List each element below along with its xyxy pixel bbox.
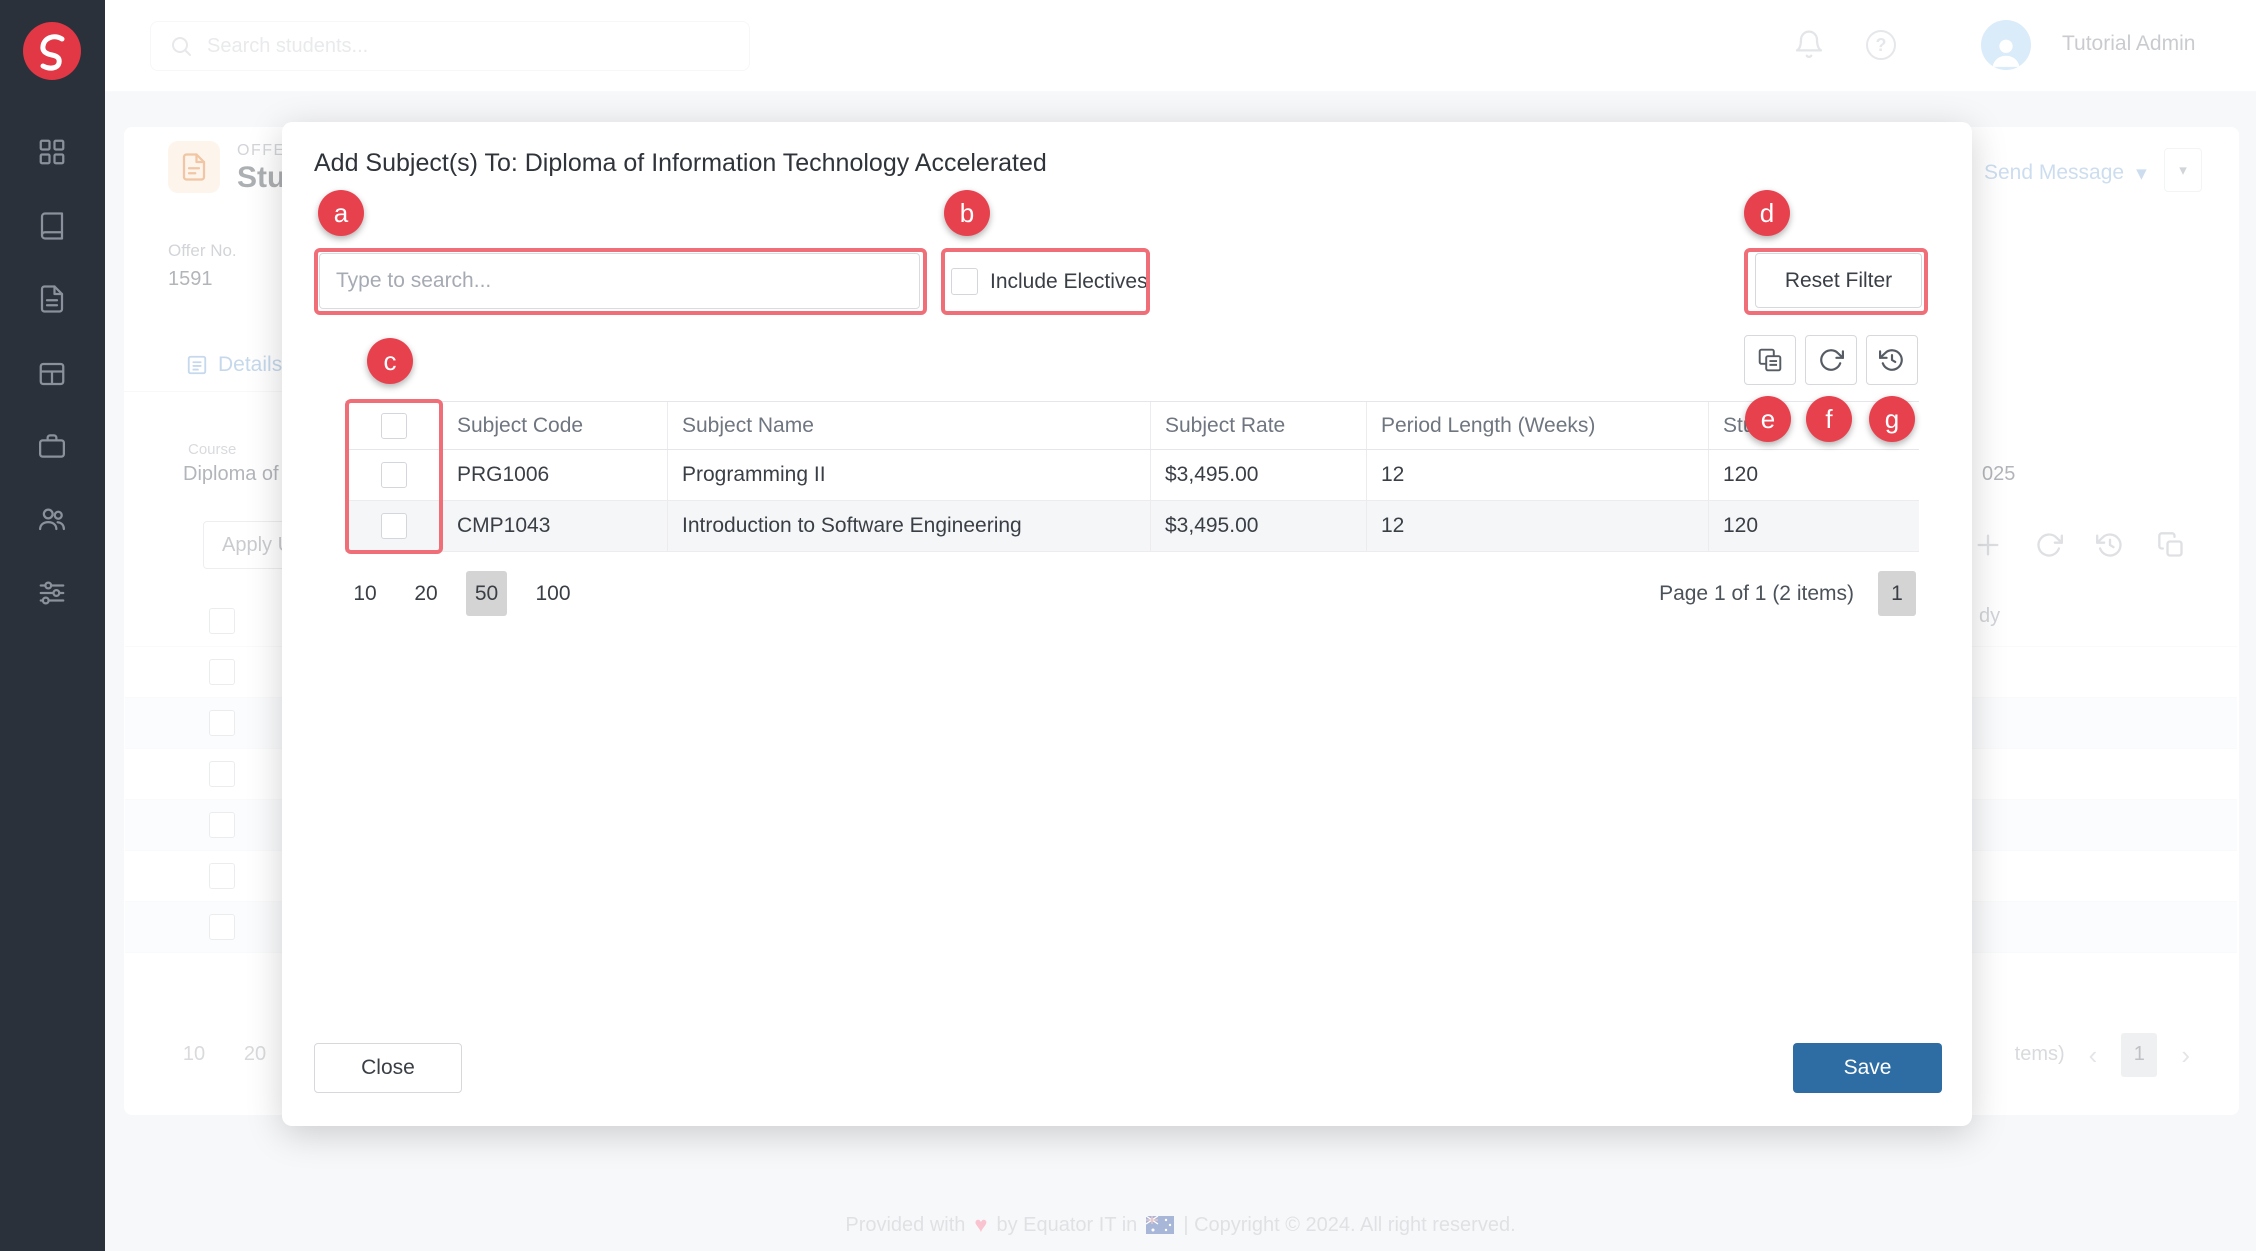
subjects-table: Subject Code Subject Name Subject Rate P… [345,401,1919,552]
sidebar-item-dashboard[interactable] [37,137,67,167]
page-size-100[interactable]: 100 [527,571,579,616]
column-chooser-button[interactable] [1744,335,1796,385]
cell-study-hours: 120 [1709,501,1919,551]
col-study-hours[interactable]: Stu [1709,402,1919,449]
reset-filter-button[interactable]: Reset Filter [1755,253,1922,308]
app-logo-icon[interactable] [23,22,81,80]
table-header-row: Subject Code Subject Name Subject Rate P… [345,401,1919,450]
cell-subject-name: Introduction to Software Engineering [668,501,1151,551]
select-all-checkbox[interactable] [381,413,407,439]
sidebar-item-offers[interactable] [37,284,67,314]
sidebar-item-reports[interactable] [37,359,67,389]
revert-history-icon [1879,347,1905,373]
include-electives-checkbox[interactable] [951,268,978,295]
subject-search-input[interactable] [319,253,920,309]
column-chooser-icon [1757,347,1783,373]
cell-period-length: 12 [1367,501,1709,551]
col-period-length[interactable]: Period Length (Weeks) [1367,402,1709,449]
close-button[interactable]: Close [314,1043,462,1093]
sidebar-item-students[interactable] [37,211,67,241]
cell-subject-code: CMP1043 [443,501,668,551]
table-row[interactable]: PRG1006 Programming II $3,495.00 12 120 [345,450,1919,501]
sidebar [0,0,105,1251]
revert-button[interactable] [1866,335,1918,385]
page-size-20[interactable]: 20 [406,571,446,616]
sidebar-item-users[interactable] [37,504,67,534]
sidebar-item-jobs[interactable] [37,431,67,461]
cell-subject-rate: $3,495.00 [1151,450,1367,500]
cell-study-hours: 120 [1709,450,1919,500]
cell-period-length: 12 [1367,450,1709,500]
modal-title: Add Subject(s) To: Diploma of Informatio… [314,149,1047,178]
col-subject-name[interactable]: Subject Name [668,402,1151,449]
include-electives-option[interactable]: Include Electives [951,268,1148,295]
page-info: Page 1 of 1 (2 items) [1659,582,1854,606]
page-number-button[interactable]: 1 [1878,571,1916,616]
page-size-10[interactable]: 10 [345,571,385,616]
cell-subject-rate: $3,495.00 [1151,501,1367,551]
refresh-icon [1818,347,1844,373]
col-subject-rate[interactable]: Subject Rate [1151,402,1367,449]
col-subject-code[interactable]: Subject Code [443,402,668,449]
include-electives-label: Include Electives [990,270,1148,294]
row-checkbox[interactable] [381,513,407,539]
row-checkbox[interactable] [381,462,407,488]
cell-subject-name: Programming II [668,450,1151,500]
page-size-50-selected[interactable]: 50 [466,571,507,616]
refresh-button[interactable] [1805,335,1857,385]
add-subjects-modal: Add Subject(s) To: Diploma of Informatio… [282,122,1972,1126]
save-button[interactable]: Save [1793,1043,1942,1093]
sidebar-item-settings[interactable] [37,578,67,608]
table-row[interactable]: CMP1043 Introduction to Software Enginee… [345,501,1919,552]
cell-subject-code: PRG1006 [443,450,668,500]
